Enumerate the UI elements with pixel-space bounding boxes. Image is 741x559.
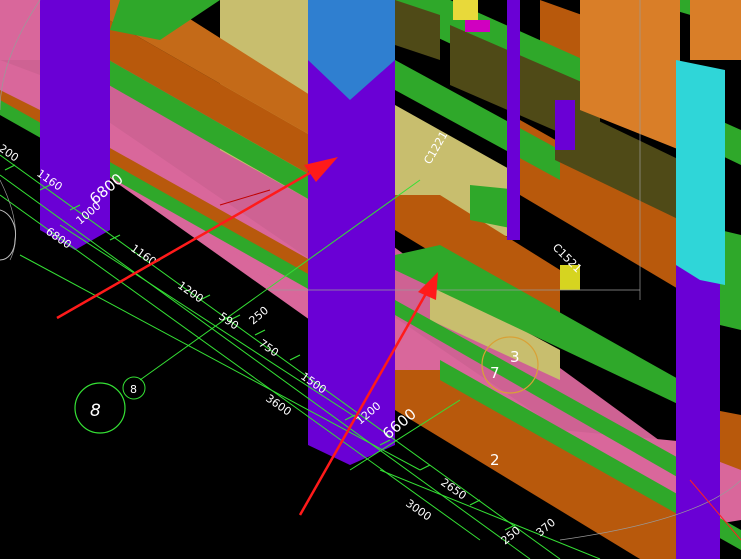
panel-orange-corner[interactable]: [690, 0, 741, 60]
column-small[interactable]: [555, 100, 575, 150]
accent-magenta: [465, 20, 490, 32]
column-thin[interactable]: [507, 0, 520, 240]
model-canvas[interactable]: 8 8 7 3 2 C1221 C1521 200 1160 6800 1000…: [0, 0, 741, 559]
axis-label-2: 2: [490, 451, 500, 469]
axis-label-8-large: 8: [90, 401, 101, 421]
axis-label-7: 7: [490, 364, 500, 382]
column-right-cap[interactable]: [676, 60, 725, 285]
axis-label-3: 3: [510, 348, 520, 366]
axis-label-8-small: 8: [130, 383, 137, 396]
model-viewport[interactable]: 8 8 7 3 2 C1221 C1521 200 1160 6800 1000…: [0, 0, 741, 559]
column-center[interactable]: [308, 60, 395, 465]
accent-yellow: [453, 0, 478, 20]
